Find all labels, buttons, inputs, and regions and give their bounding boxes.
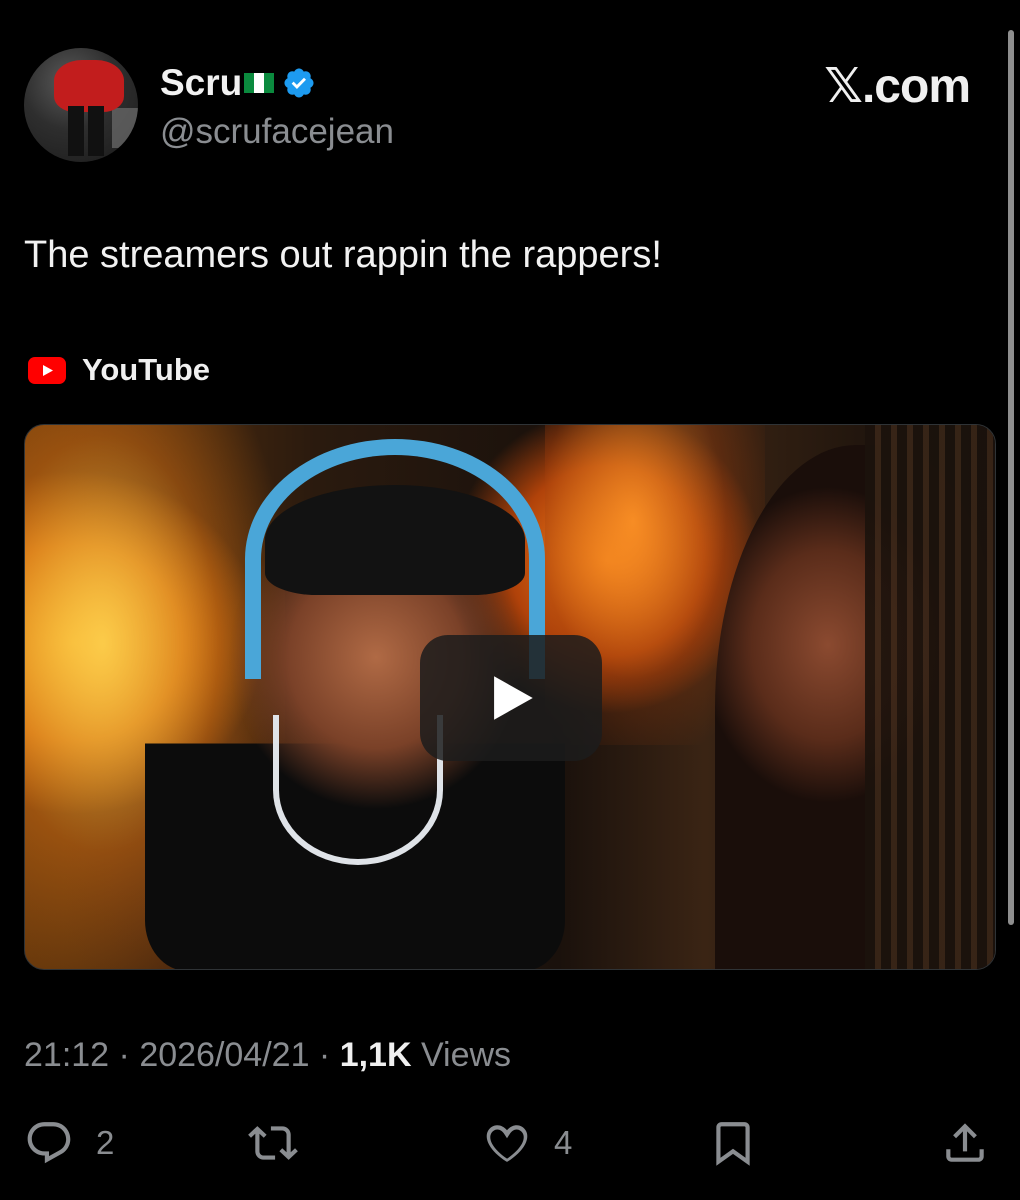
tweet-time[interactable]: 21:12 [24, 1036, 109, 1074]
avatar-figure-legs [68, 106, 104, 156]
repost-button[interactable] [248, 1118, 320, 1168]
nigeria-flag-icon [244, 73, 275, 93]
scrollbar[interactable] [1008, 30, 1014, 925]
share-button[interactable] [940, 1118, 990, 1168]
x-brand-logo: 𝕏.com [824, 60, 971, 113]
source-label: YouTube [82, 352, 210, 387]
meta-separator: · [309, 1036, 340, 1074]
reply-count: 2 [96, 1124, 115, 1161]
video-thumbnail-card[interactable] [24, 424, 996, 970]
tweet-date[interactable]: 2026/04/21 [139, 1036, 309, 1074]
views-count: 1,1K [339, 1036, 412, 1074]
avatar-background-object [112, 108, 138, 148]
views-label: Views [411, 1036, 512, 1074]
play-button[interactable] [420, 635, 602, 761]
display-name[interactable]: Scru [160, 62, 242, 104]
reply-button[interactable]: 2 [24, 1118, 114, 1168]
youtube-icon [28, 356, 66, 384]
thumbnail-bandana [265, 485, 525, 595]
like-count: 4 [554, 1124, 573, 1161]
share-icon [946, 1123, 984, 1162]
user-handle[interactable]: @scrufacejean [160, 112, 394, 152]
play-icon [494, 676, 533, 720]
tweet-meta: 21:12 · 2026/04/21 · 1,1K Views [24, 1036, 511, 1075]
tweet-screenshot: Scru @scrufacejean 𝕏.com The streamers o… [0, 0, 1020, 1200]
bookmark-button[interactable] [708, 1118, 758, 1168]
avatar[interactable] [24, 48, 138, 162]
action-bar: 2 4 [0, 1118, 1020, 1168]
reply-icon [27, 1122, 71, 1164]
meta-separator: · [109, 1036, 140, 1074]
repost-icon [248, 1126, 298, 1160]
thumbnail-chain [273, 715, 443, 865]
like-icon [486, 1125, 528, 1162]
thumbnail-hair [865, 425, 995, 969]
tweet-text: The streamers out rappin the rappers! [24, 234, 662, 276]
verified-badge-icon [284, 68, 314, 98]
like-button[interactable]: 4 [482, 1118, 572, 1168]
display-name-row[interactable]: Scru [160, 62, 316, 104]
avatar-figure-jacket [54, 60, 124, 112]
link-source[interactable]: YouTube [28, 352, 210, 388]
bookmark-icon [716, 1122, 750, 1166]
